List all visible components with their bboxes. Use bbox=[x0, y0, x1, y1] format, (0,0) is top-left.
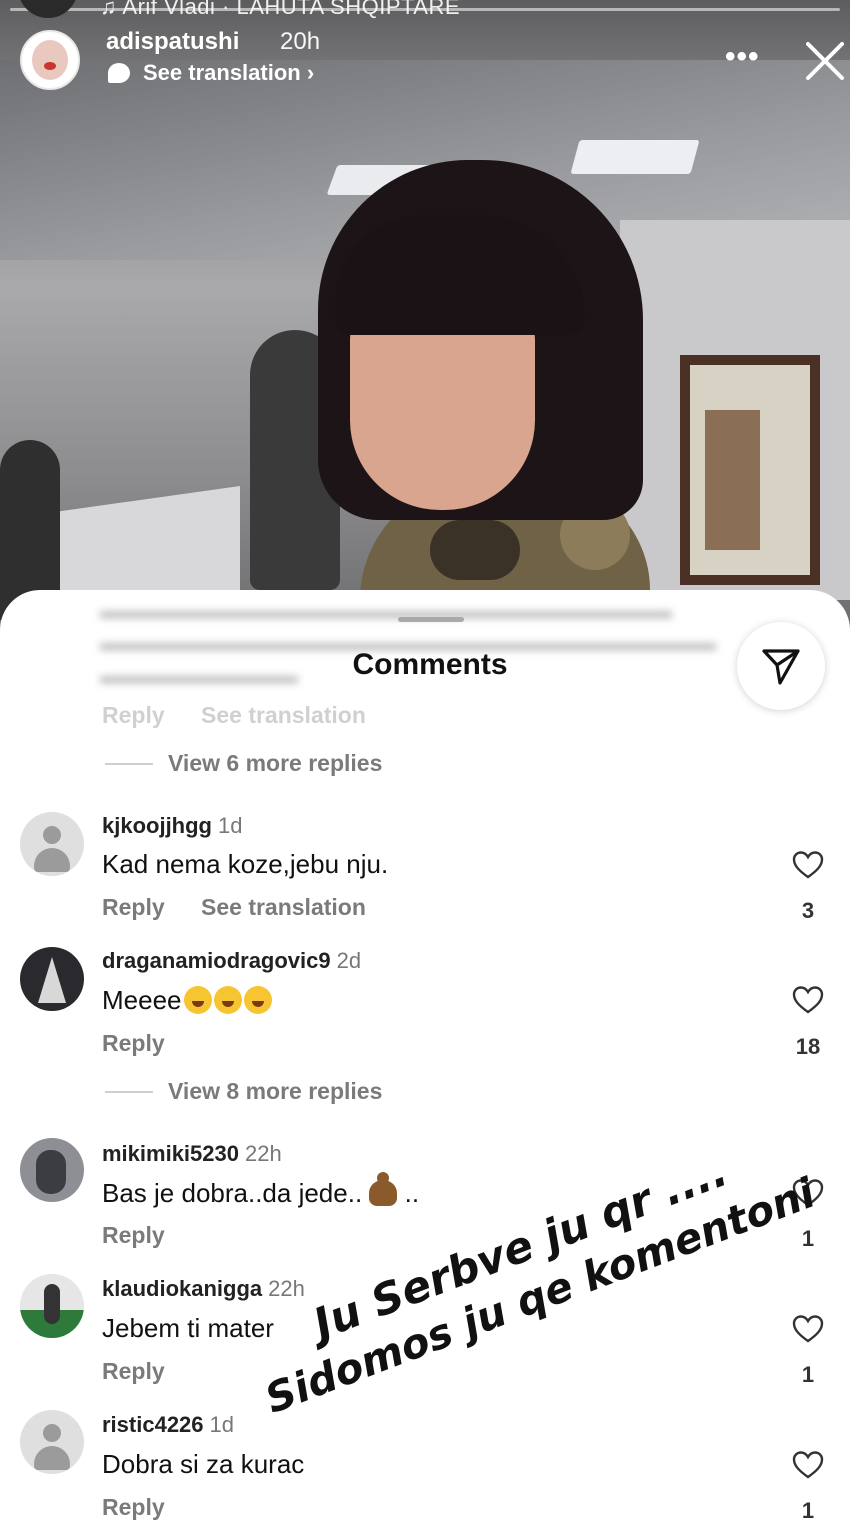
comment-text: Dobra si za kurac bbox=[102, 1449, 305, 1479]
door-interior bbox=[705, 410, 760, 550]
avatar[interactable] bbox=[20, 1138, 84, 1202]
share-button[interactable] bbox=[737, 622, 825, 710]
paper-plane-icon bbox=[762, 649, 800, 685]
heart-icon[interactable] bbox=[792, 1450, 824, 1480]
replies-divider bbox=[105, 1091, 153, 1093]
like-count: 1 bbox=[801, 1498, 815, 1523]
avatar[interactable] bbox=[20, 947, 84, 1011]
music-avatar bbox=[18, 0, 78, 18]
reply-button[interactable]: Reply bbox=[102, 894, 165, 921]
like-count: 1 bbox=[801, 1226, 815, 1251]
comment-time: 2d bbox=[336, 948, 362, 973]
reply-button[interactable]: Reply bbox=[102, 1030, 165, 1057]
comment-time: 22h bbox=[244, 1141, 282, 1166]
like-count: 1 bbox=[801, 1362, 815, 1387]
reply-button[interactable]: Reply bbox=[102, 1494, 165, 1521]
like-count: 18 bbox=[795, 1034, 821, 1059]
comment-text: Bas je dobra..da jede.. .. bbox=[102, 1172, 420, 1208]
comment-username[interactable]: klaudiokanigga 22h bbox=[102, 1276, 305, 1302]
see-translation-button[interactable]: See translation bbox=[201, 702, 366, 729]
sheet-title: Comments bbox=[352, 648, 508, 681]
poop-emoji-icon bbox=[369, 1172, 398, 1206]
avatar[interactable] bbox=[20, 1410, 84, 1474]
view-more-replies-button[interactable]: View 8 more replies bbox=[168, 1078, 382, 1105]
comment-time: 1d bbox=[209, 1412, 235, 1437]
laughing-emoji-icon bbox=[213, 986, 242, 1014]
see-translation-button[interactable]: See translation bbox=[201, 894, 366, 921]
comments-sheet bbox=[0, 590, 850, 1535]
heart-icon[interactable] bbox=[792, 850, 824, 880]
story-see-translation-link[interactable]: See translation › bbox=[143, 60, 314, 86]
comment-time: 1d bbox=[218, 813, 243, 838]
reply-button[interactable]: Reply bbox=[102, 1358, 165, 1385]
more-options-icon[interactable]: ••• bbox=[725, 40, 760, 74]
camo-patch bbox=[430, 520, 520, 580]
comment-text: Kad nema koze,jebu nju. bbox=[102, 849, 389, 879]
heart-icon[interactable] bbox=[792, 985, 824, 1015]
drag-handle[interactable] bbox=[398, 617, 464, 622]
blurred-comment-text: ▬▬▬▬▬▬▬▬▬▬▬▬▬▬▬▬▬▬▬▬▬▬▬▬▬▬ bbox=[100, 598, 672, 623]
laughing-emoji-icon bbox=[183, 986, 212, 1014]
close-icon[interactable] bbox=[800, 36, 850, 86]
comment-username[interactable]: draganamiodragovic9 2d bbox=[102, 948, 361, 974]
reply-button[interactable]: Reply bbox=[102, 1222, 165, 1249]
ceiling-light bbox=[570, 140, 700, 174]
like-count: 3 bbox=[801, 898, 815, 923]
replies-divider bbox=[105, 763, 153, 765]
music-label[interactable]: ♫ Arif Vladi · LAHUTA SHQIPTARE bbox=[100, 0, 460, 20]
avatar[interactable] bbox=[20, 1274, 84, 1338]
view-more-replies-button[interactable]: View 6 more replies bbox=[168, 750, 382, 777]
heart-icon[interactable] bbox=[792, 1314, 824, 1344]
comment-time: 22h bbox=[268, 1276, 305, 1301]
laughing-emoji-icon bbox=[243, 986, 272, 1014]
comment-username[interactable]: mikimiki5230 22h bbox=[102, 1141, 282, 1167]
comment-text: Jebem ti mater bbox=[102, 1313, 274, 1343]
story-avatar[interactable] bbox=[20, 30, 80, 90]
translate-bubble-icon bbox=[108, 63, 130, 83]
avatar[interactable] bbox=[20, 812, 84, 876]
story-time: 20h bbox=[280, 28, 321, 55]
story-photo: ♫ Arif Vladi · LAHUTA SHQIPTARE adispatu… bbox=[0, 0, 850, 640]
comment-text: Meeee bbox=[102, 985, 272, 1016]
story-username[interactable]: adispatushi bbox=[106, 28, 239, 56]
comment-username[interactable]: kjkoojjhgg 1d bbox=[102, 813, 242, 839]
comment-username[interactable]: ristic4226 1d bbox=[102, 1412, 234, 1438]
reply-button[interactable]: Reply bbox=[102, 702, 165, 729]
